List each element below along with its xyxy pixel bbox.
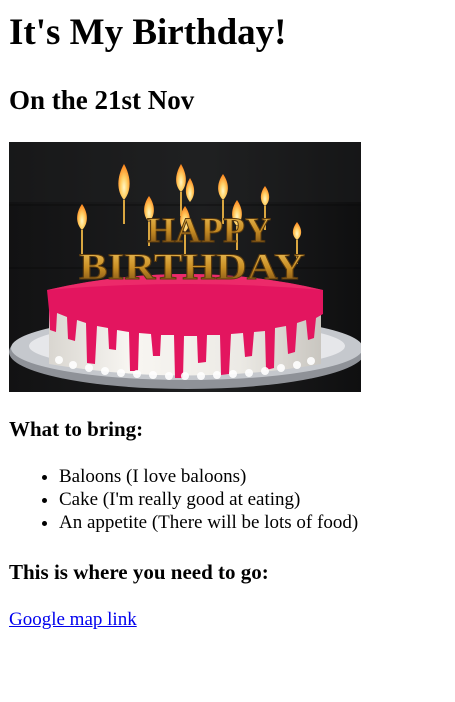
bring-list: Baloons (I love baloons) Cake (I'm reall… (9, 465, 358, 534)
page-subtitle: On the 21st Nov (9, 85, 195, 115)
location-heading: This is where you need to go: (9, 560, 269, 584)
page-title: It's My Birthday! (9, 12, 287, 53)
cake-lettering-bottom: BIRTHDAY (79, 247, 305, 288)
happy-candle-letters: HAPPY (147, 210, 272, 251)
cake-lettering-top: HAPPY (147, 210, 271, 250)
birthday-page: It's My Birthday! On the 21st Nov HAPPY … (0, 0, 455, 702)
what-to-bring-heading: What to bring: (9, 417, 144, 441)
list-item: Cake (I'm really good at eating) (59, 488, 358, 511)
birthday-cake-image: HAPPY BIRTHDAY (9, 142, 361, 392)
list-item: An appetite (There will be lots of food) (59, 511, 358, 534)
cake-image-svg: HAPPY BIRTHDAY (9, 142, 361, 392)
list-item: Baloons (I love baloons) (59, 465, 358, 488)
google-map-link[interactable]: Google map link (9, 608, 137, 632)
birthday-candle-letters: BIRTHDAY (79, 247, 306, 289)
